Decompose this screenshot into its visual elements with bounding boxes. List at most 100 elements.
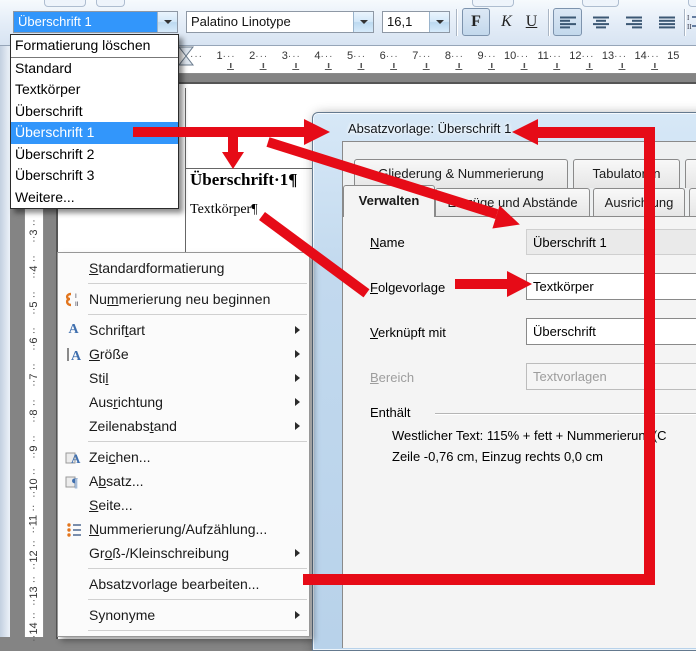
style-list-item[interactable]: Überschrift 3 xyxy=(11,165,178,187)
tab-partial[interactable] xyxy=(685,159,696,188)
style-list-item[interactable]: Überschrift 2 xyxy=(11,144,178,166)
toolbar-separator xyxy=(456,9,457,36)
dialog-content: Gliederung & Nummerierung Tabulatoren Ve… xyxy=(342,141,696,648)
submenu-arrow-icon xyxy=(295,422,300,430)
ruler-numbers-vertical: 234567891011121314 xyxy=(24,177,44,645)
font-size-value: 16,1 xyxy=(383,12,429,32)
menu-item-ausrichtung[interactable]: Ausrichtung xyxy=(58,390,309,414)
style-list-item[interactable]: Standard xyxy=(11,58,178,80)
submenu-arrow-icon xyxy=(295,326,300,334)
menu-separator xyxy=(88,283,307,284)
svg-text:A: A xyxy=(71,451,81,465)
style-list-item[interactable]: Weitere... xyxy=(11,187,178,209)
contains-line-2: Zeile -0,76 cm, Einzug rechts 0,0 cm xyxy=(392,449,603,464)
submenu-arrow-icon xyxy=(295,374,300,382)
align-left-button[interactable] xyxy=(553,8,582,36)
paragraph-icon: ¶ xyxy=(65,474,83,489)
name-field: Überschrift 1 xyxy=(526,229,696,255)
font-name-dropdown-button[interactable] xyxy=(353,12,373,32)
submenu-arrow-icon xyxy=(295,398,300,406)
toolbar-separator xyxy=(684,9,685,36)
menu-separator xyxy=(88,630,307,631)
style-dropdown-list: Formatierung löschen Standard Textkörper… xyxy=(10,34,179,209)
font-size-combobox[interactable]: 16,1 xyxy=(382,11,450,33)
align-justify-button[interactable] xyxy=(652,8,681,36)
font-icon: A xyxy=(58,322,89,338)
menu-item-seite[interactable]: Seite... xyxy=(58,493,309,517)
font-size-icon: A xyxy=(65,347,83,362)
text-boundary-top xyxy=(185,168,312,169)
folgevorlage-combobox[interactable]: Textkörper xyxy=(526,273,696,300)
align-right-icon xyxy=(625,15,643,29)
style-combobox-dropdown-button[interactable] xyxy=(157,12,177,32)
restart-numbering-icon: III xyxy=(64,292,84,307)
tab-gliederung-nummerierung[interactable]: Gliederung & Nummerierung xyxy=(354,159,568,188)
tab-partial[interactable] xyxy=(689,188,696,216)
menu-separator xyxy=(88,599,307,600)
tab-verwalten[interactable]: Verwalten xyxy=(343,185,435,217)
document-heading-text[interactable]: Überschrift·1¶ xyxy=(190,170,297,190)
style-list-item[interactable]: Überschrift xyxy=(11,101,178,123)
chevron-down-icon xyxy=(164,20,172,24)
tab-ausrichtung[interactable]: Ausrichtung xyxy=(593,188,685,216)
submenu-arrow-icon xyxy=(295,549,300,557)
menu-item-nummerierung-aufzaehlung[interactable]: Nummerierung/Aufzählung... xyxy=(58,517,309,541)
context-menu: Standardformatierung III Nummerierung ne… xyxy=(57,252,310,637)
svg-text:II: II xyxy=(75,301,79,307)
chevron-down-icon xyxy=(436,20,444,24)
menu-item-zeilenabstand[interactable]: Zeilenabstand xyxy=(58,414,309,438)
menu-item-stil[interactable]: Stil xyxy=(58,366,309,390)
paragraph-style-combobox[interactable]: Überschrift 1 xyxy=(13,11,178,33)
numbered-list-button[interactable]: III xyxy=(687,8,696,36)
menu-item-gross-kleinschreibung[interactable]: Groß-/Kleinschreibung xyxy=(58,541,309,565)
partial-button-top xyxy=(96,0,125,7)
font-name-value: Palatino Linotype xyxy=(187,12,353,32)
bold-button[interactable]: F xyxy=(462,8,490,36)
svg-text:A: A xyxy=(71,349,82,362)
partial-button-top xyxy=(688,0,696,7)
style-list-item[interactable]: Formatierung löschen xyxy=(11,35,178,58)
underline-button[interactable]: U xyxy=(519,8,544,36)
align-center-icon xyxy=(592,15,610,29)
italic-button[interactable]: K xyxy=(494,8,519,36)
character-icon: A xyxy=(65,450,83,465)
toolbar-separator xyxy=(548,9,549,36)
svg-text:II: II xyxy=(687,23,692,31)
style-list-item[interactable]: Textkörper xyxy=(11,79,178,101)
font-name-combobox[interactable]: Palatino Linotype xyxy=(186,11,374,33)
menu-separator xyxy=(88,441,307,442)
folgevorlage-label: Folgevorlage xyxy=(370,280,445,295)
partial-button-top xyxy=(472,0,514,7)
document-body-text[interactable]: Textkörper¶ xyxy=(190,202,258,218)
svg-text:¶: ¶ xyxy=(72,475,78,489)
chevron-down-icon xyxy=(360,20,368,24)
window-edge-strip xyxy=(0,46,10,637)
menu-item-absatz[interactable]: ¶ Absatz... xyxy=(58,469,309,493)
ruler-numbers: 123456789101112131415 xyxy=(190,50,679,62)
numbering-icon xyxy=(65,522,83,537)
menu-item-absatzvorlage-bearbeiten[interactable]: Absatzvorlage bearbeiten... xyxy=(58,572,309,596)
menu-item-synonyme[interactable]: Synonyme xyxy=(58,603,309,627)
align-left-icon xyxy=(559,15,577,29)
verknuepft-mit-combobox[interactable]: Überschrift xyxy=(526,318,696,345)
menu-item-zeichen[interactable]: A Zeichen... xyxy=(58,445,309,469)
contains-line-1: Westlicher Text: 115% + fett + Nummerier… xyxy=(392,428,667,443)
align-right-button[interactable] xyxy=(619,8,648,36)
indent-marker-icon[interactable] xyxy=(178,46,195,68)
group-border-line xyxy=(435,413,696,414)
numbered-list-icon: III xyxy=(687,13,696,31)
menu-item-groesse[interactable]: A Größe xyxy=(58,342,309,366)
style-combobox-value: Überschrift 1 xyxy=(14,12,157,32)
menu-item-schriftart[interactable]: A Schriftart xyxy=(58,318,309,342)
tab-tabulatoren[interactable]: Tabulatoren xyxy=(573,159,680,188)
menu-item-standardformatierung[interactable]: Standardformatierung xyxy=(58,256,309,280)
tab-stop-marks xyxy=(214,63,674,70)
menu-item-nummerierung-neu-beginnen[interactable]: III Nummerierung neu beginnen xyxy=(58,287,309,311)
style-list-item-selected[interactable]: Überschrift 1 xyxy=(11,122,178,144)
tab-einzuege-abstaende[interactable]: Einzüge und Abstände xyxy=(435,188,590,216)
partial-button-top xyxy=(44,0,86,7)
align-center-button[interactable] xyxy=(586,8,615,36)
font-size-dropdown-button[interactable] xyxy=(429,12,449,32)
menu-separator xyxy=(88,568,307,569)
paragraph-style-dialog: Absatzvorlage: Überschrift 1 Gliederung … xyxy=(312,112,696,651)
